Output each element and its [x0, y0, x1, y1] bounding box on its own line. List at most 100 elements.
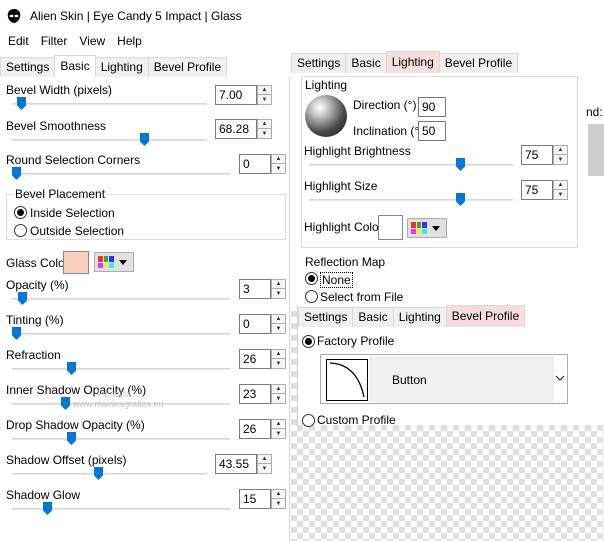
bevel-width-spinner[interactable]: ▲ ▼ — [257, 85, 272, 105]
tab-lighting-3[interactable]: Lighting — [392, 307, 447, 327]
tinting-slider[interactable] — [12, 327, 21, 340]
palette-icon — [98, 256, 114, 268]
opacity-input[interactable]: 3 — [239, 279, 271, 299]
tab-bevel-profile[interactable]: Bevel Profile — [147, 57, 228, 77]
outside-selection-radio[interactable] — [14, 224, 27, 237]
chevron-down-icon[interactable] — [555, 375, 565, 382]
drop-shadow-spinner[interactable]: ▲ ▼ — [271, 419, 286, 439]
inner-shadow-input[interactable]: 23 — [239, 384, 271, 404]
bevel-width-label: Bevel Width (pixels) — [6, 83, 113, 97]
watermark-line-1: Pinuccia — [97, 389, 132, 399]
glass-color-label: Glass Color — [6, 256, 69, 270]
light-direction-sphere[interactable] — [305, 95, 347, 137]
tab-settings-3[interactable]: Settings — [298, 307, 354, 327]
inside-selection-label[interactable]: Inside Selection — [30, 206, 115, 220]
bevel-tab-bar: Settings Basic Lighting Bevel Profile — [298, 305, 526, 327]
chevron-down-icon — [119, 259, 127, 265]
round-corners-slider[interactable] — [12, 167, 21, 180]
basic-panel: Bevel Width (pixels) 7.00 ▲ ▼ Bevel Smoot… — [0, 77, 290, 541]
highlight-color-swatch[interactable] — [378, 215, 403, 240]
bevel-width-slider[interactable] — [17, 97, 26, 110]
opacity-track — [12, 298, 230, 300]
highlight-size-input[interactable]: 75 — [521, 180, 553, 200]
tab-settings[interactable]: Settings — [0, 57, 56, 77]
chevron-down-icon — [432, 225, 440, 231]
profile-select[interactable]: Button — [320, 354, 568, 404]
factory-profile-radio[interactable] — [302, 335, 315, 348]
tab-basic[interactable]: Basic — [54, 55, 96, 77]
highlight-size-spinner[interactable]: ▲ ▼ — [553, 180, 568, 200]
drop-shadow-slider[interactable] — [67, 432, 76, 445]
tinting-spinner[interactable]: ▲ ▼ — [271, 314, 286, 334]
glass-color-swatch[interactable] — [63, 251, 89, 274]
factory-profile-label[interactable]: Factory Profile — [317, 334, 394, 348]
custom-profile-radio[interactable] — [302, 414, 315, 427]
reflection-map-legend: Reflection Map — [305, 255, 386, 269]
menu-help[interactable]: Help — [111, 34, 148, 48]
refraction-slider[interactable] — [67, 362, 76, 375]
shadow-offset-slider[interactable] — [94, 467, 103, 480]
round-corners-input[interactable]: 0 — [239, 154, 271, 174]
direction-input[interactable]: 90 — [418, 97, 446, 117]
tab-lighting[interactable]: Lighting — [94, 57, 149, 77]
refraction-spinner[interactable]: ▲ ▼ — [271, 349, 286, 369]
highlight-size-label: Highlight Size — [304, 179, 378, 193]
shadow-glow-spinner[interactable]: ▲ ▼ — [271, 489, 286, 509]
watermark: Pinuccia www.maidiragrafica.eu — [73, 389, 164, 409]
tab-lighting-2[interactable]: Lighting — [385, 51, 440, 73]
inclination-input[interactable]: 50 — [418, 121, 446, 141]
refraction-track — [12, 368, 230, 370]
bevel-smoothness-spinner[interactable]: ▲ ▼ — [257, 119, 272, 139]
partial-label: nd: — [586, 105, 603, 119]
direction-label: Direction (°) — [353, 98, 417, 112]
tab-settings-2[interactable]: Settings — [291, 53, 347, 73]
inner-shadow-slider[interactable] — [61, 397, 70, 410]
drop-shadow-label: Drop Shadow Opacity (%) — [6, 418, 145, 432]
tinting-input[interactable]: 0 — [239, 314, 271, 334]
right-tab-bar: Settings Basic Lighting Bevel Profile — [291, 51, 519, 73]
highlight-brightness-input[interactable]: 75 — [521, 145, 553, 165]
shadow-offset-input[interactable]: 43.55 — [215, 454, 257, 474]
highlight-color-palette-button[interactable] — [407, 218, 447, 238]
drop-shadow-input[interactable]: 26 — [239, 419, 271, 439]
shadow-glow-slider[interactable] — [43, 502, 52, 515]
inside-selection-radio[interactable] — [14, 206, 27, 219]
menu-edit[interactable]: Edit — [2, 34, 35, 48]
highlight-color-label: Highlight Color — [304, 220, 383, 234]
highlight-size-track — [309, 199, 513, 201]
menu-view[interactable]: View — [73, 34, 111, 48]
bevel-smoothness-input[interactable]: 68.28 — [215, 119, 257, 139]
shadow-glow-input[interactable]: 15 — [239, 489, 271, 509]
round-corners-spinner[interactable]: ▲ ▼ — [271, 154, 286, 174]
tab-bevel-profile-2[interactable]: Bevel Profile — [438, 53, 519, 73]
bevel-placement-legend: Bevel Placement — [13, 187, 108, 201]
tab-basic-3[interactable]: Basic — [352, 307, 394, 327]
bevel-smoothness-slider[interactable] — [140, 133, 149, 146]
bevel-smoothness-label: Bevel Smoothness — [6, 119, 107, 133]
reflection-none-radio[interactable] — [305, 272, 318, 285]
bevel-width-input[interactable]: 7.00 — [215, 85, 257, 105]
scrollbar-thumb[interactable] — [588, 124, 604, 176]
tab-basic-2[interactable]: Basic — [345, 53, 387, 73]
reflection-none-label[interactable]: None — [320, 272, 353, 288]
highlight-brightness-spinner[interactable]: ▲ ▼ — [553, 145, 568, 165]
custom-profile-label[interactable]: Custom Profile — [317, 413, 396, 427]
highlight-brightness-label: Highlight Brightness — [304, 144, 411, 158]
menu-filter[interactable]: Filter — [35, 34, 74, 48]
outside-selection-label[interactable]: Outside Selection — [30, 224, 124, 238]
refraction-input[interactable]: 26 — [239, 349, 271, 369]
inner-shadow-spinner[interactable]: ▲ ▼ — [271, 384, 286, 404]
tinting-label: Tinting (%) — [6, 313, 64, 327]
reflection-file-radio[interactable] — [305, 290, 318, 303]
shadow-offset-track — [12, 473, 207, 475]
shadow-offset-spinner[interactable]: ▲ ▼ — [257, 454, 272, 474]
reflection-file-label[interactable]: Select from File — [320, 290, 403, 304]
profile-selected-item[interactable]: Button — [369, 356, 554, 402]
opacity-spinner[interactable]: ▲ ▼ — [271, 279, 286, 299]
glass-color-palette-button[interactable] — [94, 252, 134, 272]
watermark-line-2: www.maidiragrafica.eu — [73, 399, 164, 409]
window-title: Alien Skin | Eye Candy 5 Impact | Glass — [30, 8, 242, 23]
shadow-offset-label: Shadow Offset (pixels) — [6, 453, 127, 467]
tab-bevel-profile-3[interactable]: Bevel Profile — [445, 305, 526, 327]
opacity-slider[interactable] — [18, 292, 27, 305]
